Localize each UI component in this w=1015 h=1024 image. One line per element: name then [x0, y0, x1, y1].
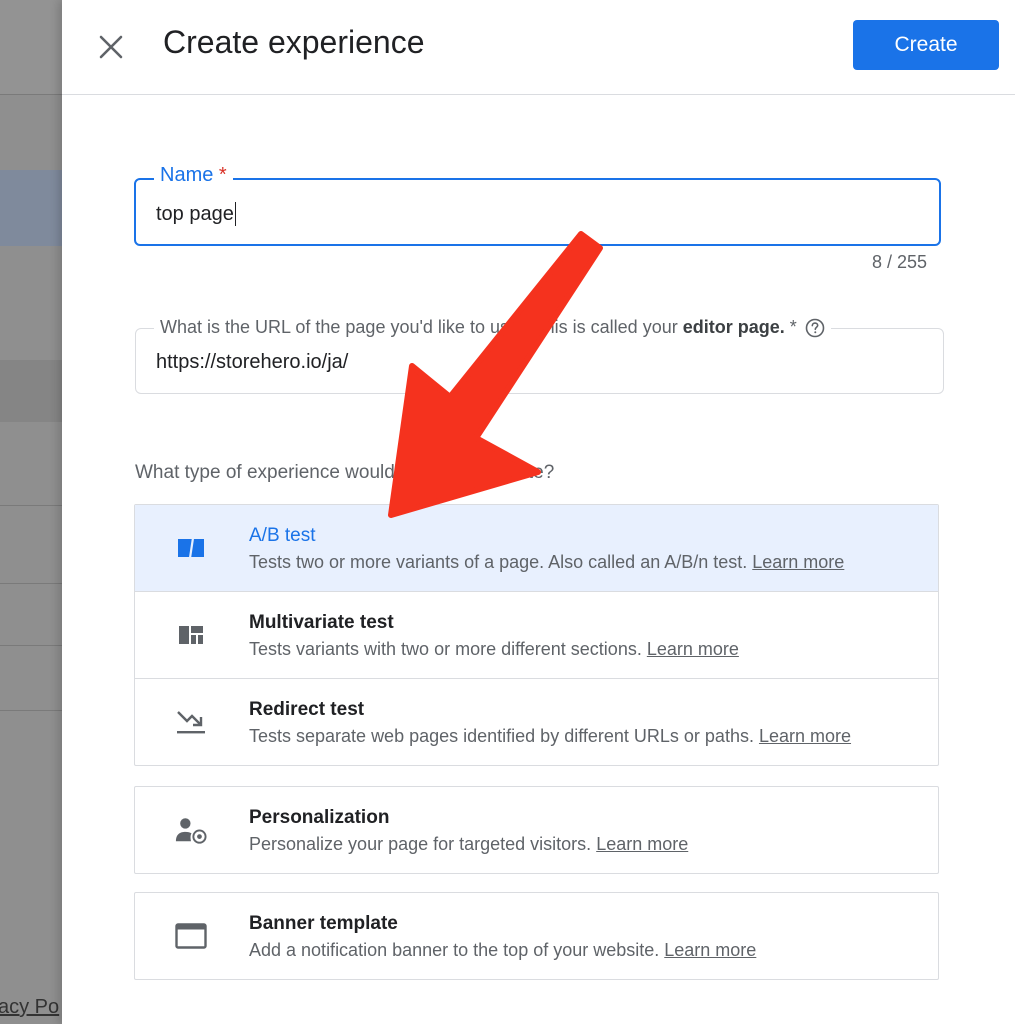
divider [0, 505, 62, 506]
learn-more-link[interactable]: Learn more [664, 940, 756, 960]
character-counter: 8 / 255 [872, 252, 928, 272]
background-selected-row [0, 170, 62, 246]
text-caret [234, 202, 237, 226]
create-experience-panel: Create experience Create Name * top page… [62, 0, 1015, 1024]
option-description: Add a notification banner to the top of … [249, 940, 756, 961]
name-label-text: Name [160, 164, 214, 186]
learn-more-link[interactable]: Learn more [596, 834, 688, 854]
option-title: Personalization [249, 807, 390, 828]
banner-icon [175, 920, 207, 952]
option-description-text: Personalize your page for targeted visit… [249, 834, 592, 854]
learn-more-link[interactable]: Learn more [752, 552, 844, 572]
banner-template-card: Banner template Add a notification banne… [134, 892, 939, 980]
url-input-value[interactable]: https://storehero.io/ja/ [156, 351, 348, 374]
close-button[interactable] [94, 30, 128, 64]
option-personalization[interactable]: Personalization Personalize your page fo… [135, 787, 938, 873]
option-description-text: Tests separate web pages identified by d… [249, 726, 754, 746]
learn-more-link[interactable]: Learn more [647, 639, 739, 659]
option-description: Tests two or more variants of a page. Al… [249, 552, 844, 573]
url-label-bold: editor page. [682, 317, 785, 337]
url-label-text: What is the URL of the page you'd like t… [160, 317, 678, 337]
required-mark: * [789, 317, 797, 337]
name-input-value: top page [156, 202, 234, 225]
option-description-text: Tests variants with two or more differen… [249, 639, 642, 659]
test-type-list: A/B test Tests two or more variants of a… [134, 504, 939, 766]
option-title: Multivariate test [249, 612, 394, 633]
multivariate-icon [175, 619, 207, 651]
close-icon [99, 35, 123, 59]
experience-type-question: What type of experience would you like t… [135, 462, 555, 483]
name-field[interactable]: Name * top page [134, 164, 941, 246]
option-description-text: Tests two or more variants of a page. Al… [249, 552, 748, 572]
option-description: Tests variants with two or more differen… [249, 639, 739, 660]
name-input[interactable]: top page [156, 202, 237, 226]
option-description-text: Add a notification banner to the top of … [249, 940, 660, 960]
divider [0, 645, 62, 646]
option-redirect-test[interactable]: Redirect test Tests separate web pages i… [135, 678, 938, 765]
option-title: Redirect test [249, 699, 365, 720]
divider [0, 94, 62, 95]
option-description: Tests separate web pages identified by d… [249, 726, 851, 747]
background-page: acy Po [0, 0, 62, 1024]
divider [0, 710, 62, 711]
editor-page-url-field[interactable]: What is the URL of the page you'd like t… [135, 317, 944, 394]
personalization-icon [175, 814, 207, 846]
page-title: Create experience [163, 24, 425, 60]
panel-header: Create experience Create [62, 0, 1015, 95]
name-field-label: Name * [154, 164, 233, 187]
background-header [0, 0, 62, 94]
option-title: A/B test [249, 525, 316, 546]
ab-test-icon [175, 532, 207, 564]
option-title: Banner template [249, 913, 398, 934]
option-description: Personalize your page for targeted visit… [249, 834, 688, 855]
option-ab-test[interactable]: A/B test Tests two or more variants of a… [135, 505, 938, 591]
create-button[interactable]: Create [853, 20, 999, 70]
background-section [0, 360, 62, 422]
option-multivariate-test[interactable]: Multivariate test Tests variants with tw… [135, 591, 938, 678]
learn-more-link[interactable]: Learn more [759, 726, 851, 746]
help-icon[interactable] [805, 318, 825, 338]
url-field-label: What is the URL of the page you'd like t… [154, 317, 831, 338]
divider [0, 583, 62, 584]
personalization-card: Personalization Personalize your page fo… [134, 786, 939, 874]
required-mark: * [218, 164, 227, 186]
option-banner-template[interactable]: Banner template Add a notification banne… [135, 893, 938, 979]
privacy-policy-link[interactable]: acy Po [0, 996, 59, 1019]
redirect-icon [175, 706, 207, 738]
